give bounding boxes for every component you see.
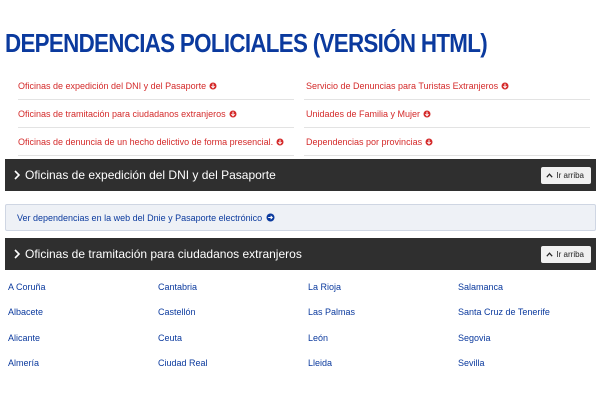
chevron-right-icon [14, 249, 20, 259]
index-links: Oficinas de expedición del DNI y del Pas… [18, 72, 590, 156]
arrow-down-circle-icon [425, 138, 433, 146]
dni-web-link[interactable]: Ver dependencias en la web del Dnie y Pa… [17, 213, 275, 223]
city-link-castellon[interactable]: Castellón [158, 300, 308, 326]
arrow-down-circle-icon [423, 110, 431, 118]
dni-web-link-label: Ver dependencias en la web del Dnie y Pa… [17, 212, 263, 223]
go-top-button[interactable]: Ir arriba [541, 246, 591, 263]
chevron-right-icon [14, 170, 20, 180]
section-header-extranjeros: Oficinas de tramitación para ciudadanos … [5, 238, 596, 270]
go-top-button[interactable]: Ir arriba [541, 167, 591, 184]
index-link-label: Oficinas de denuncia de un hecho delicti… [18, 136, 274, 147]
index-link-label: Servicio de Denuncias para Turistas Extr… [306, 80, 499, 91]
city-link-a-coruna[interactable]: A Coruña [8, 274, 158, 300]
index-link-extranjeros[interactable]: Oficinas de tramitación para ciudadanos … [18, 100, 294, 128]
city-link-sevilla[interactable]: Sevilla [458, 351, 600, 377]
chevron-up-icon [546, 173, 554, 178]
page: DEPENDENCIAS POLICIALES (VERSIÓN HTML) O… [0, 0, 600, 400]
index-link-provincias[interactable]: Dependencias por provincias [304, 128, 590, 156]
city-link-cantabria[interactable]: Cantabria [158, 274, 308, 300]
city-link-alicante[interactable]: Alicante [8, 325, 158, 351]
arrow-down-circle-icon [276, 138, 284, 146]
city-link-leon[interactable]: León [308, 325, 458, 351]
arrow-right-circle-icon [266, 213, 275, 222]
city-link-albacete[interactable]: Albacete [8, 300, 158, 326]
city-link-segovia[interactable]: Segovia [458, 325, 600, 351]
section-header-dni: Oficinas de expedición del DNI y del Pas… [5, 159, 596, 191]
city-link-santa-cruz-de-tenerife[interactable]: Santa Cruz de Tenerife [458, 300, 600, 326]
index-link-turistas[interactable]: Servicio de Denuncias para Turistas Extr… [304, 72, 590, 100]
index-link-dni-pasaporte[interactable]: Oficinas de expedición del DNI y del Pas… [18, 72, 294, 100]
index-link-label: Dependencias por provincias [306, 136, 423, 147]
go-top-label: Ir arriba [556, 250, 584, 259]
chevron-up-icon [546, 252, 554, 257]
city-link-ceuta[interactable]: Ceuta [158, 325, 308, 351]
section-title: Oficinas de tramitación para ciudadanos … [25, 247, 302, 261]
index-link-label: Oficinas de tramitación para ciudadanos … [18, 108, 226, 119]
city-link-ciudad-real[interactable]: Ciudad Real [158, 351, 308, 377]
city-link-lleida[interactable]: Lleida [308, 351, 458, 377]
arrow-down-circle-icon [229, 110, 237, 118]
index-link-label: Unidades de Familia y Mujer [306, 108, 421, 119]
index-link-denuncia-presencial[interactable]: Oficinas de denuncia de un hecho delicti… [18, 128, 294, 156]
city-grid: A Coruña Cantabria La Rioja Salamanca Al… [8, 274, 600, 376]
arrow-down-circle-icon [209, 82, 217, 90]
dni-info-box: Ver dependencias en la web del Dnie y Pa… [5, 204, 596, 231]
section-title: Oficinas de expedición del DNI y del Pas… [25, 168, 276, 182]
city-link-salamanca[interactable]: Salamanca [458, 274, 600, 300]
page-title: DEPENDENCIAS POLICIALES (VERSIÓN HTML) [5, 28, 488, 58]
arrow-down-circle-icon [501, 82, 509, 90]
city-link-la-rioja[interactable]: La Rioja [308, 274, 458, 300]
index-link-label: Oficinas de expedición del DNI y del Pas… [18, 80, 207, 91]
index-link-familia-mujer[interactable]: Unidades de Familia y Mujer [304, 100, 590, 128]
go-top-label: Ir arriba [556, 171, 584, 180]
city-link-las-palmas[interactable]: Las Palmas [308, 300, 458, 326]
city-link-almeria[interactable]: Almería [8, 351, 158, 377]
